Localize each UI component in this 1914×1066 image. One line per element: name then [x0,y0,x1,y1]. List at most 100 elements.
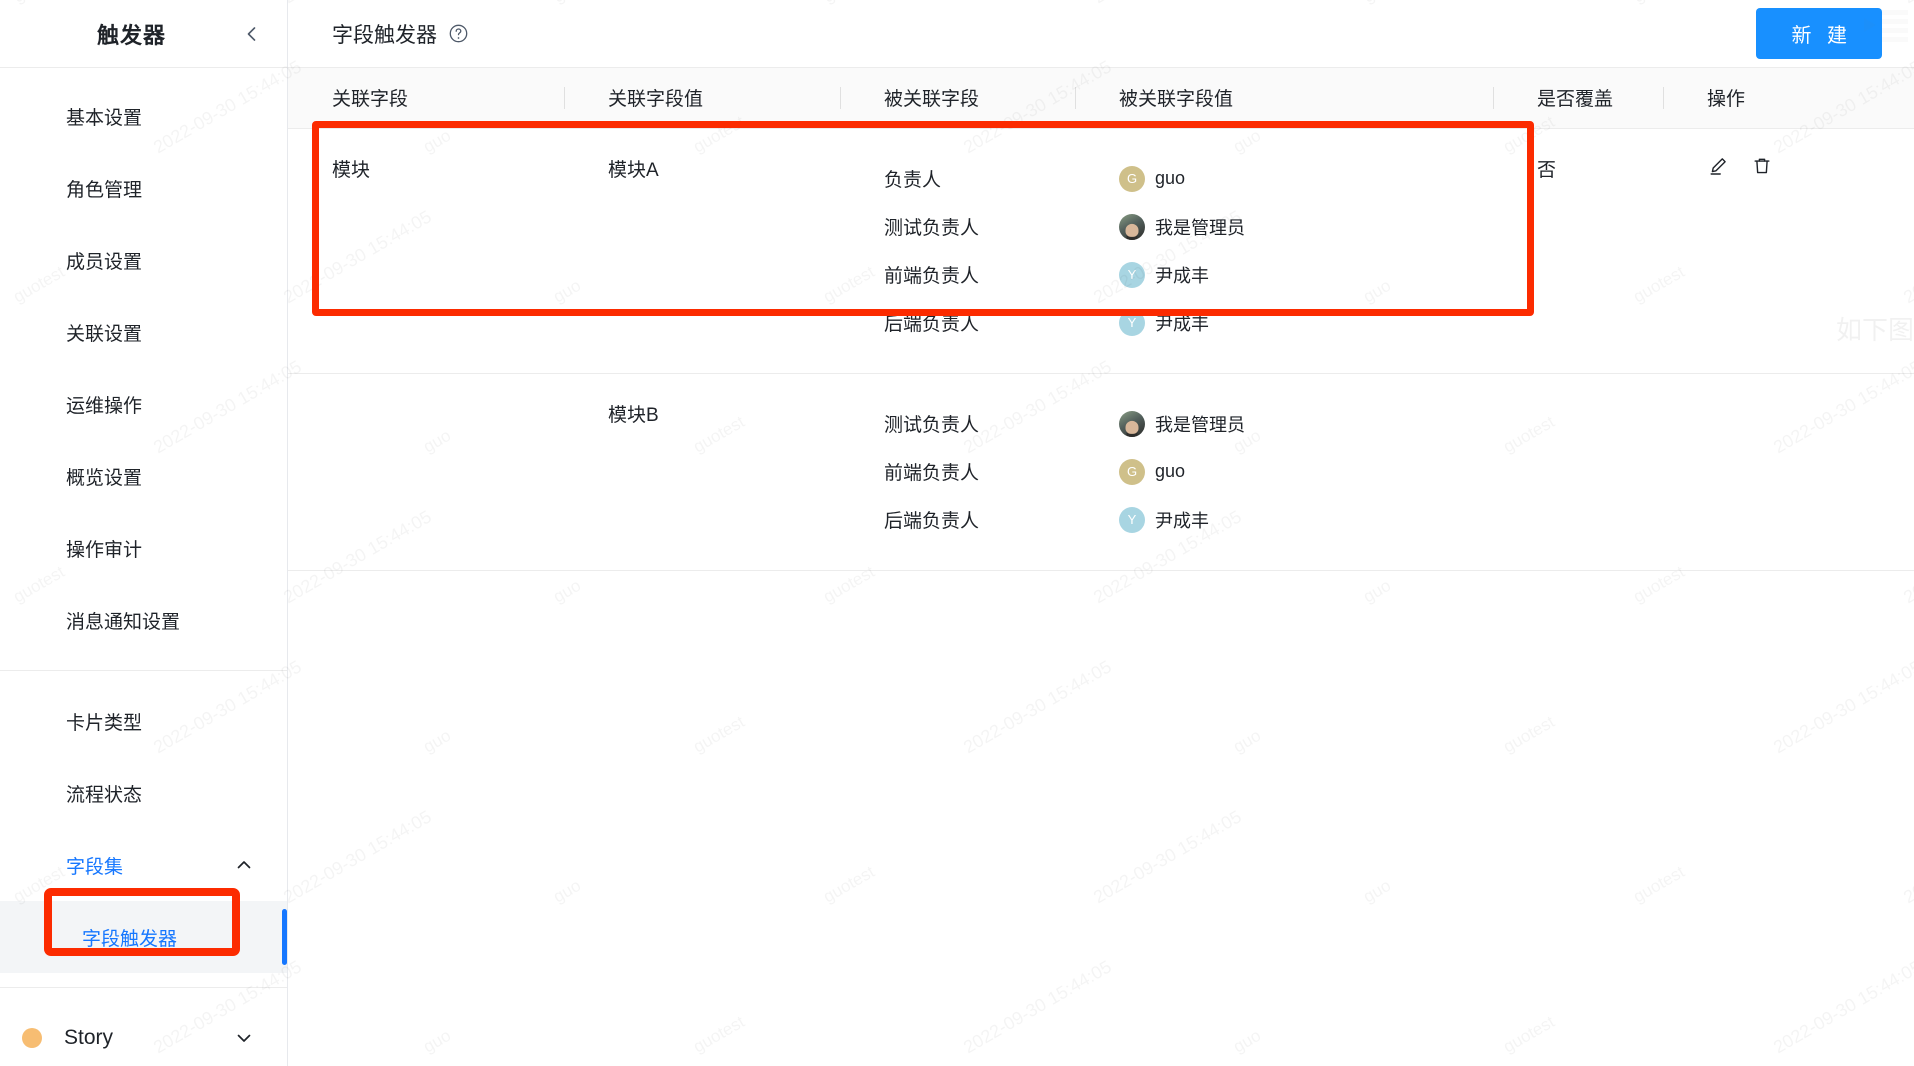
sidebar-item-field-set[interactable]: 字段集 [0,829,287,901]
sidebar-header: 触发器 [0,0,287,68]
sidebar-item-basic-settings[interactable]: 基本设置 [0,80,287,152]
sidebar-item-relation-settings[interactable]: 关联设置 [0,296,287,368]
cell-target-fields: 负责人 测试负责人 前端负责人 后端负责人 [840,128,1075,373]
column-header-related-field-value: 关联字段值 [564,68,840,128]
target-value-list: 我是管理员 G guo Y 尹成丰 [1119,400,1493,544]
sidebar-divider [0,670,287,671]
chevron-up-icon [235,856,253,874]
table-row[interactable]: 模块B 测试负责人 前端负责人 后端负责人 [288,373,1914,570]
sidebar-item-label: 角色管理 [66,175,142,202]
sidebar-item-field-trigger[interactable]: 字段触发器 [0,901,287,973]
column-header-target-field: 被关联字段 [840,68,1075,128]
sidebar-item-story[interactable]: Story [0,1002,287,1066]
sidebar-item-label: 成员设置 [66,247,142,274]
avatar: Y [1119,310,1145,336]
field-trigger-table: 关联字段 关联字段值 被关联字段 被关联字段值 是否覆盖 操作 模块 模块A [288,68,1914,571]
sidebar-item-overview-settings[interactable]: 概览设置 [0,440,287,512]
table-header: 关联字段 关联字段值 被关联字段 被关联字段值 是否覆盖 操作 [288,68,1914,128]
question-circle-icon[interactable] [447,23,469,45]
sidebar-item-label: 消息通知设置 [66,607,180,634]
chevron-left-icon [242,24,262,44]
table-header-row: 关联字段 关联字段值 被关联字段 被关联字段值 是否覆盖 操作 [288,68,1914,128]
person-name: 我是管理员 [1155,214,1245,240]
corner-ghost-icon [1856,8,1910,53]
sidebar: 触发器 基本设置 角色管理 成员设置 关联设置 [0,0,288,1066]
cell-related-field-value: 模块A [564,128,840,373]
target-field: 后端负责人 [884,496,1075,544]
sidebar-item-flow-status[interactable]: 流程状态 [0,757,287,829]
story-dot-icon [22,1028,42,1048]
person-chip: Y 尹成丰 [1119,496,1493,544]
chevron-down-icon [235,1029,253,1047]
side-note-text: 如下图 [1836,310,1914,347]
main-content: 字段触发器 新 建 关联字段 [288,0,1914,1066]
person-chip: 我是管理员 [1119,400,1493,448]
target-field-list: 测试负责人 前端负责人 后端负责人 [884,400,1075,544]
sidebar-item-label: 基本设置 [66,103,142,130]
app-root: 触发器 基本设置 角色管理 成员设置 关联设置 [0,0,1914,1066]
person-name: 尹成丰 [1155,310,1209,336]
sidebar-item-label: 字段触发器 [82,924,177,951]
person-chip: 我是管理员 [1119,203,1493,251]
row-actions [1707,155,1914,177]
sidebar-item-label: 操作审计 [66,535,142,562]
column-header-target-field-value: 被关联字段值 [1075,68,1493,128]
cell-actions [1663,373,1914,570]
table-row[interactable]: 模块 模块A 负责人 测试负责人 前端负责人 后端负责人 [288,128,1914,373]
sidebar-item-label: 卡片类型 [66,708,142,735]
collapse-sidebar-button[interactable] [237,19,267,49]
person-chip: Y 尹成丰 [1119,251,1493,299]
table-container: 关联字段 关联字段值 被关联字段 被关联字段值 是否覆盖 操作 模块 模块A [288,68,1914,1066]
page-title: 字段触发器 [332,19,469,49]
person-name: guo [1155,461,1185,482]
person-chip: G guo [1119,448,1493,496]
sidebar-item-member-settings[interactable]: 成员设置 [0,224,287,296]
target-field: 前端负责人 [884,448,1075,496]
page-title-text: 字段触发器 [332,19,437,49]
cell-related-field-value: 模块B [564,373,840,570]
column-header-actions: 操作 [1663,68,1914,128]
target-field: 负责人 [884,155,1075,203]
edit-icon[interactable] [1707,155,1729,177]
cell-related-field: 模块 [288,128,564,373]
sidebar-item-label: 字段集 [66,852,123,879]
person-name: 我是管理员 [1155,411,1245,437]
target-field: 测试负责人 [884,203,1075,251]
avatar: Y [1119,262,1145,288]
sidebar-group-config: 卡片类型 流程状态 字段集 字段触发器 [0,685,287,973]
cell-target-values: G guo 我是管理员 Y 尹成丰 [1075,128,1493,373]
person-chip: Y 尹成丰 [1119,299,1493,347]
delete-icon[interactable] [1751,155,1773,177]
sidebar-item-label: 运维操作 [66,391,142,418]
sidebar-item-operation-audit[interactable]: 操作审计 [0,512,287,584]
cell-target-fields: 测试负责人 前端负责人 后端负责人 [840,373,1075,570]
column-header-related-field: 关联字段 [288,68,564,128]
sidebar-item-label: 概览设置 [66,463,142,490]
cell-overwrite: 否 [1493,128,1663,373]
person-name: 尹成丰 [1155,262,1209,288]
target-value-list: G guo 我是管理员 Y 尹成丰 [1119,155,1493,347]
target-field: 前端负责人 [884,251,1075,299]
avatar: G [1119,166,1145,192]
sidebar-item-label: 关联设置 [66,319,142,346]
sidebar-title: 触发器 [0,18,237,50]
table-body: 模块 模块A 负责人 测试负责人 前端负责人 后端负责人 [288,128,1914,570]
column-header-overwrite: 是否覆盖 [1493,68,1663,128]
person-name: 尹成丰 [1155,507,1209,533]
sidebar-nav: 基本设置 角色管理 成员设置 关联设置 运维操作 概览设置 操作 [0,68,287,1066]
sidebar-item-notification-settings[interactable]: 消息通知设置 [0,584,287,656]
content-header: 字段触发器 新 建 [288,0,1914,68]
avatar [1119,411,1145,437]
person-name: guo [1155,168,1185,189]
sidebar-item-ops-operations[interactable]: 运维操作 [0,368,287,440]
sidebar-item-label: 流程状态 [66,780,142,807]
target-field-list: 负责人 测试负责人 前端负责人 后端负责人 [884,155,1075,347]
sidebar-item-role-management[interactable]: 角色管理 [0,152,287,224]
target-field: 后端负责人 [884,299,1075,347]
target-field: 测试负责人 [884,400,1075,448]
active-indicator [282,909,287,965]
sidebar-item-card-type[interactable]: 卡片类型 [0,685,287,757]
avatar: Y [1119,507,1145,533]
avatar: G [1119,459,1145,485]
person-chip: G guo [1119,155,1493,203]
